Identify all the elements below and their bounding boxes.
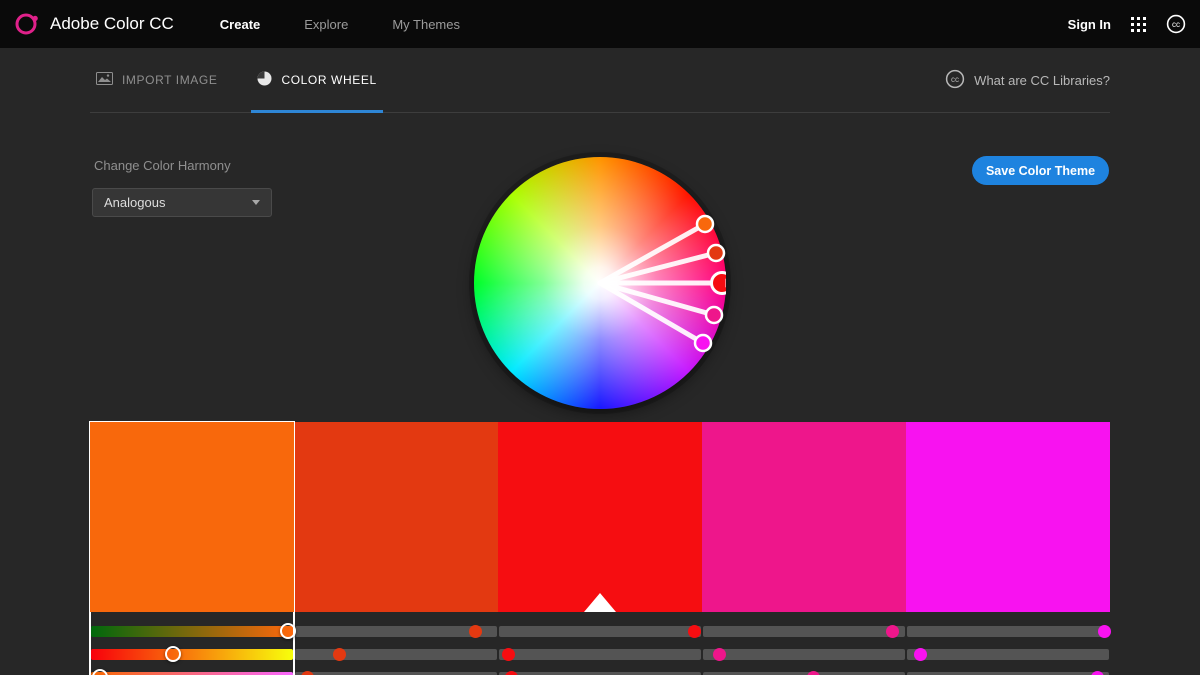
blue-slider-handle[interactable] <box>807 671 820 675</box>
harmony-selected-value: Analogous <box>104 195 165 210</box>
apps-grid-icon[interactable] <box>1131 17 1146 32</box>
svg-text:cc: cc <box>951 75 959 84</box>
save-color-theme-button[interactable]: Save Color Theme <box>972 156 1109 185</box>
swatch-sliders <box>90 612 294 675</box>
blue-slider-row <box>90 666 294 675</box>
adobe-color-app: Adobe Color CC Create Explore My Themes … <box>0 0 1200 675</box>
red-slider-row <box>90 620 294 643</box>
main-nav: Create Explore My Themes <box>220 17 460 32</box>
nav-item-explore[interactable]: Explore <box>304 17 348 32</box>
green-slider-track[interactable] <box>907 649 1109 660</box>
harmony-select[interactable]: Analogous <box>92 188 272 217</box>
nav-item-create[interactable]: Create <box>220 17 260 32</box>
blue-slider-row <box>498 666 702 675</box>
tab-color-wheel-label: COLOR WHEEL <box>281 73 376 87</box>
color-wheel[interactable] <box>474 157 726 409</box>
wheel-marker[interactable] <box>708 245 724 261</box>
cc-libraries-icon: cc <box>945 69 965 92</box>
cc-libraries-label: What are CC Libraries? <box>974 73 1110 88</box>
wheel-marker[interactable] <box>706 307 722 323</box>
green-slider-handle[interactable] <box>502 648 515 661</box>
green-slider-row <box>294 643 498 666</box>
swatch-column-2 <box>294 422 498 675</box>
blue-slider-row <box>294 666 498 675</box>
svg-text:cc: cc <box>1172 20 1180 29</box>
active-marker-arrow-icon <box>726 279 727 288</box>
image-icon <box>96 72 113 88</box>
cc-libraries-link[interactable]: cc What are CC Libraries? <box>945 48 1110 112</box>
blue-slider-row <box>906 666 1110 675</box>
swatch-sliders <box>498 612 702 675</box>
tab-color-wheel[interactable]: COLOR WHEEL <box>251 48 382 112</box>
tab-bar: IMPORT IMAGE COLOR WHEEL cc <box>0 48 1200 113</box>
swatch-column-1 <box>90 422 294 675</box>
swatch-column-3 <box>498 422 702 675</box>
app-title: Adobe Color CC <box>50 14 174 34</box>
base-color-indicator <box>584 593 616 612</box>
color-wheel-icon <box>257 71 272 89</box>
blue-slider-row <box>702 666 906 675</box>
swatch-column-5 <box>906 422 1110 675</box>
green-slider-track[interactable] <box>295 649 497 660</box>
green-slider-handle[interactable] <box>713 648 726 661</box>
green-slider-row <box>906 643 1110 666</box>
wheel-marker-line <box>600 253 716 283</box>
wheel-marker[interactable] <box>695 335 711 351</box>
swatch-strip <box>90 422 1110 675</box>
red-slider-row <box>498 620 702 643</box>
green-slider-track[interactable] <box>703 649 905 660</box>
red-slider-handle[interactable] <box>886 625 899 638</box>
green-slider-row <box>90 643 294 666</box>
green-slider-row <box>702 643 906 666</box>
sign-in-button[interactable]: Sign In <box>1068 17 1111 32</box>
nav-item-my-themes[interactable]: My Themes <box>392 17 460 32</box>
blue-slider-handle[interactable] <box>92 669 108 675</box>
adobe-color-logo-icon[interactable] <box>14 11 40 37</box>
green-slider-row <box>498 643 702 666</box>
red-slider-row <box>294 620 498 643</box>
red-slider-handle[interactable] <box>1098 625 1111 638</box>
red-slider-track[interactable] <box>703 626 905 637</box>
red-slider-handle[interactable] <box>469 625 482 638</box>
tab-bar-inner: IMPORT IMAGE COLOR WHEEL cc <box>90 48 1110 113</box>
tab-import-image[interactable]: IMPORT IMAGE <box>90 48 223 112</box>
tab-import-image-label: IMPORT IMAGE <box>122 73 217 87</box>
swatch-2[interactable] <box>294 422 498 612</box>
swatch-sliders <box>906 612 1110 675</box>
wheel-marker[interactable] <box>697 216 713 232</box>
swatch-3[interactable] <box>498 422 702 612</box>
red-slider-track[interactable] <box>907 626 1109 637</box>
green-slider-track[interactable] <box>499 649 701 660</box>
swatch-5[interactable] <box>906 422 1110 612</box>
red-slider-track[interactable] <box>295 626 497 637</box>
green-slider-handle[interactable] <box>914 648 927 661</box>
harmony-label: Change Color Harmony <box>94 158 231 173</box>
chevron-down-icon <box>252 200 260 205</box>
header-right: Sign In cc <box>1068 14 1186 34</box>
swatch-sliders <box>702 612 906 675</box>
wheel-marker-active[interactable] <box>712 273 727 294</box>
red-slider-row <box>906 620 1110 643</box>
creative-cloud-icon[interactable]: cc <box>1166 14 1186 34</box>
swatch-4[interactable] <box>702 422 906 612</box>
wheel-marker-line <box>600 224 705 283</box>
red-slider-row <box>702 620 906 643</box>
swatch-sliders <box>294 612 498 675</box>
swatch-column-4 <box>702 422 906 675</box>
swatch-1[interactable] <box>90 422 294 612</box>
red-slider-track[interactable] <box>499 626 701 637</box>
green-slider-track[interactable] <box>91 649 293 660</box>
red-slider-track[interactable] <box>91 626 293 637</box>
wheel-marker-line <box>600 283 714 315</box>
wheel-markers-overlay <box>474 157 726 409</box>
top-header: Adobe Color CC Create Explore My Themes … <box>0 0 1200 48</box>
wheel-marker-line <box>600 283 703 343</box>
